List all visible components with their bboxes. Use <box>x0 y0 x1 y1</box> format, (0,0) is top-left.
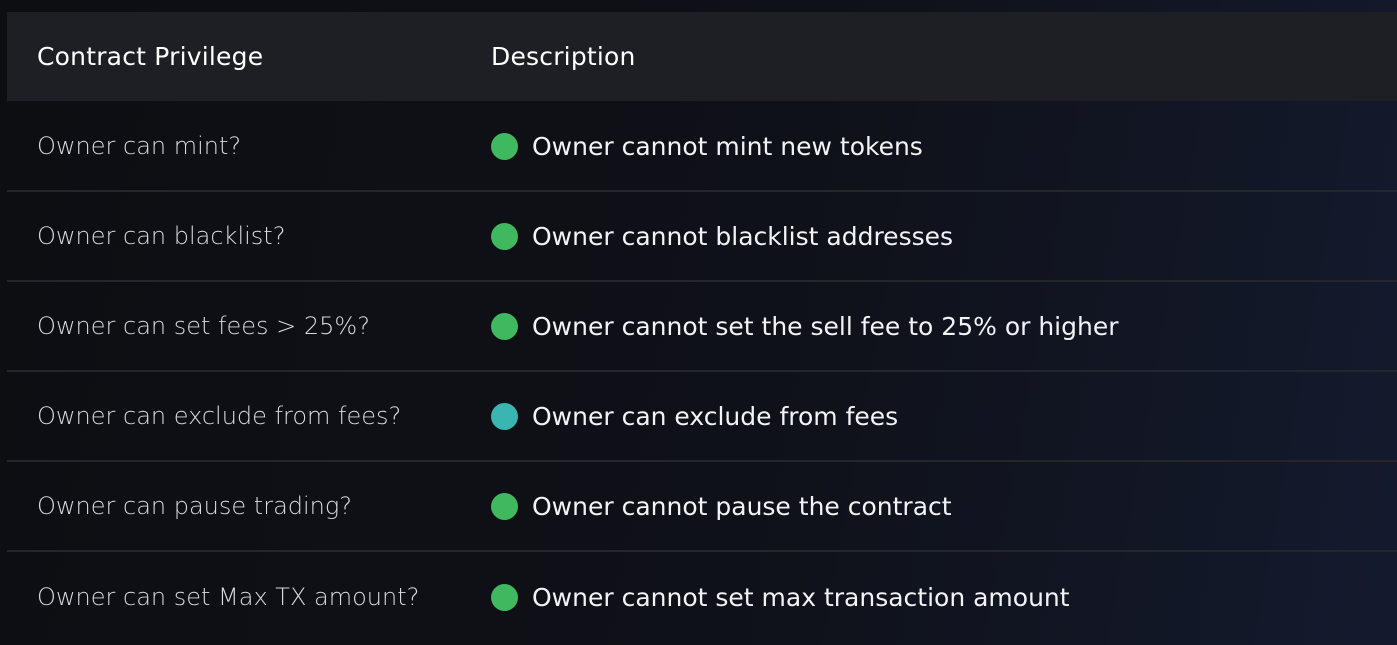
description-text: Owner cannot set max transaction amount <box>532 582 1070 612</box>
status-dot-icon <box>491 222 518 250</box>
table-row: Owner can set fees > 25%? Owner cannot s… <box>7 282 1397 372</box>
description-cell: Owner cannot blacklist addresses <box>491 222 1397 251</box>
description-text: Owner cannot set the sell fee to 25% or … <box>532 311 1119 341</box>
table-header: Contract Privilege Description <box>7 12 1397 101</box>
table-body: Owner can mint? Owner cannot mint new to… <box>7 102 1397 642</box>
description-cell: Owner can exclude from fees <box>491 402 1397 431</box>
header-description: Description <box>491 42 636 71</box>
table-row: Owner can exclude from fees? Owner can e… <box>7 372 1397 462</box>
contract-privileges-table: Contract Privilege Description Owner can… <box>7 12 1397 642</box>
privilege-label: Owner can set Max TX amount? <box>37 583 420 611</box>
description-cell: Owner cannot pause the contract <box>491 492 1397 521</box>
status-dot-icon <box>491 583 518 611</box>
description-text: Owner cannot mint new tokens <box>532 131 923 161</box>
privilege-label: Owner can pause trading? <box>37 492 353 520</box>
table-row: Owner can set Max TX amount? Owner canno… <box>7 552 1397 642</box>
privilege-label: Owner can mint? <box>37 132 242 160</box>
status-dot-icon <box>491 132 518 160</box>
status-dot-icon <box>491 402 518 430</box>
description-cell: Owner cannot set the sell fee to 25% or … <box>491 312 1397 341</box>
description-cell: Owner cannot set max transaction amount <box>491 583 1397 612</box>
description-text: Owner cannot pause the contract <box>532 491 952 521</box>
privilege-label: Owner can blacklist? <box>37 222 286 250</box>
description-cell: Owner cannot mint new tokens <box>491 132 1397 161</box>
privilege-label: Owner can exclude from fees? <box>37 402 402 430</box>
header-contract-privilege: Contract Privilege <box>37 42 264 71</box>
table-row: Owner can mint? Owner cannot mint new to… <box>7 102 1397 192</box>
privilege-label: Owner can set fees > 25%? <box>37 312 370 340</box>
description-text: Owner cannot blacklist addresses <box>532 221 954 251</box>
status-dot-icon <box>491 312 518 340</box>
table-row: Owner can blacklist? Owner cannot blackl… <box>7 192 1397 282</box>
status-dot-icon <box>491 492 518 520</box>
description-text: Owner can exclude from fees <box>532 401 899 431</box>
table-row: Owner can pause trading? Owner cannot pa… <box>7 462 1397 552</box>
